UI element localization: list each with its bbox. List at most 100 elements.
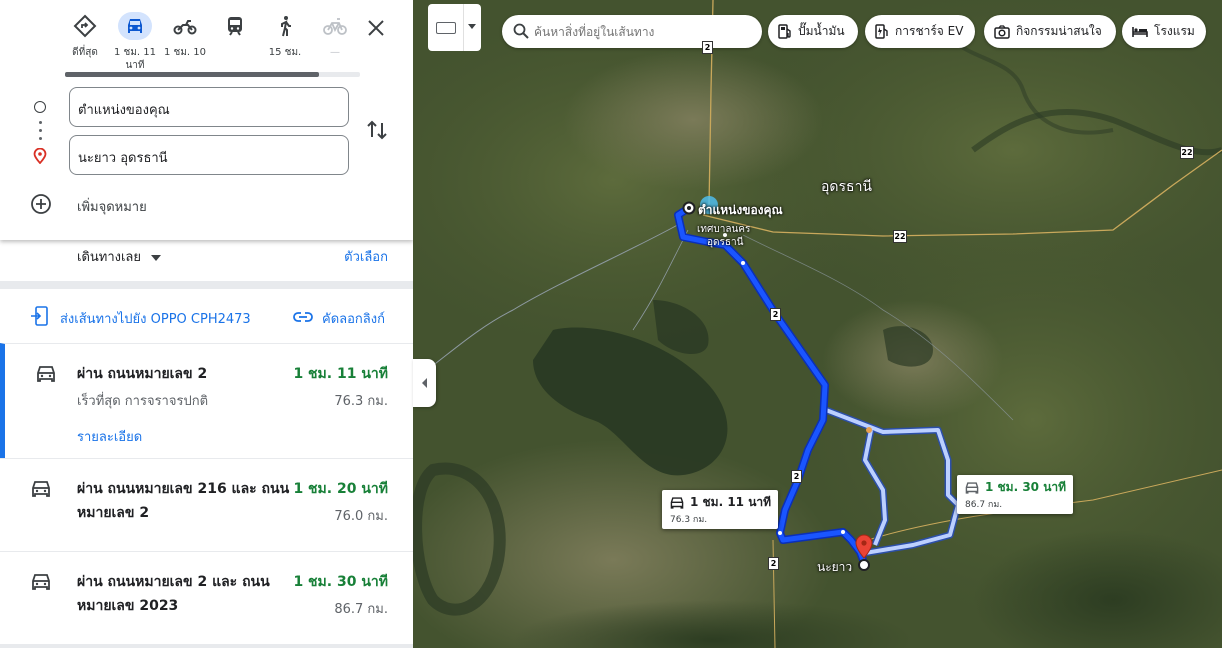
car-icon — [32, 481, 50, 497]
route-input-card: ดีที่สุด 1 ชม. 11 นาที 1 ชม. 10 15 ชม. — — [0, 0, 413, 240]
mode-best[interactable]: ดีที่สุด — [61, 12, 109, 66]
search-input[interactable] — [534, 21, 754, 43]
depart-now-dropdown[interactable]: เดินทางเลย — [77, 246, 162, 267]
send-to-phone-icon — [31, 306, 48, 326]
train-icon — [228, 17, 242, 36]
mode-indicator-track — [65, 72, 360, 77]
highway-shield: 2 — [768, 557, 779, 570]
chip-hotels[interactable]: โรงแรม — [1122, 15, 1206, 48]
divider — [463, 4, 464, 51]
origin-map-label: ตำแหน่งของคุณ — [698, 203, 783, 217]
route-option-3[interactable]: ผ่าน ถนนหมายเลข 2 และ ถนนหมายเลข 2023 1 … — [0, 551, 413, 644]
car-icon — [670, 496, 684, 509]
route-time: 1 ชม. 11 นาที — [293, 366, 388, 382]
mode-best-label: ดีที่สุด — [72, 47, 98, 58]
province-label: อุดรธานี — [821, 179, 872, 195]
route-distance: 86.7 กม. — [334, 602, 388, 617]
car-icon — [37, 366, 55, 382]
mode-indicator-fill — [65, 72, 319, 77]
route-name: ผ่าน ถนนหมายเลข 2 และ ถนนหมายเลข 2023 — [77, 574, 270, 614]
route-dot — [39, 129, 42, 132]
hotel-bed-icon — [1132, 26, 1148, 37]
car-icon — [965, 481, 979, 494]
chip-ev-charging[interactable]: การชาร์จ EV — [865, 15, 975, 48]
ev-charging-icon — [875, 24, 888, 39]
copy-link-button[interactable]: คัดลอกลิงก์ — [322, 308, 385, 329]
satellite-map[interactable] — [413, 0, 1222, 648]
search-along-route[interactable] — [502, 15, 762, 48]
bicycle-icon — [323, 18, 347, 35]
mode-motorbike-label: 1 ชม. 10 — [163, 47, 206, 58]
options-link[interactable]: ตัวเลือก — [344, 246, 388, 267]
route-time: 1 ชม. 20 นาที — [293, 481, 388, 497]
route-callout-alt[interactable]: 1 ชม. 30 นาที 86.7 กม. — [957, 475, 1074, 514]
car-icon — [128, 19, 142, 33]
callout-alt-distance: 86.7 กม. — [965, 500, 1003, 510]
link-icon — [293, 312, 313, 322]
chip-hotels-label: โรงแรม — [1154, 24, 1195, 38]
camera-icon — [994, 24, 1010, 39]
mode-car[interactable]: 1 ชม. 11 นาที — [111, 12, 159, 71]
car-icon — [32, 574, 50, 590]
chip-gas-stations[interactable]: ปั๊มน้ำมัน — [768, 15, 858, 48]
route-name: ผ่าน ถนนหมายเลข 2 — [77, 366, 208, 382]
route-callout-main[interactable]: 1 ชม. 11 นาที 76.3 กม. — [662, 490, 779, 529]
mode-transit[interactable] — [211, 12, 259, 66]
route-option-1[interactable]: ผ่าน ถนนหมายเลข 2 1 ชม. 11 นาที เร็วที่ส… — [0, 343, 413, 458]
callout-main-distance: 76.3 กม. — [670, 515, 708, 525]
mode-car-label: 1 ชม. 11 นาที — [113, 47, 156, 71]
close-icon — [368, 20, 384, 36]
route-distance: 76.0 กม. — [334, 509, 388, 524]
route-dot — [39, 137, 42, 140]
highway-shield: 22 — [893, 230, 907, 243]
highway-shield: 2 — [702, 41, 713, 54]
map-imagery — [413, 0, 1222, 648]
best-route-icon — [73, 14, 97, 38]
mode-bicycle-label: — — [330, 47, 340, 58]
destination-input[interactable]: นะยาว อุดรธานี — [69, 135, 349, 175]
gas-station-icon — [778, 24, 791, 39]
callout-alt-time: 1 ชม. 30 นาที — [985, 480, 1067, 494]
route-time: 1 ชม. 30 นาที — [293, 574, 388, 590]
route-details-link[interactable]: รายละเอียด — [77, 426, 142, 447]
mode-bicycle[interactable]: — — [311, 12, 359, 66]
mode-walk-label: 15 ชม. — [268, 47, 302, 58]
send-to-device-link[interactable]: ส่งเส้นทางไปยัง OPPO CPH2473 — [60, 308, 251, 329]
add-circle-icon[interactable] — [30, 193, 52, 215]
collapse-panel-button[interactable] — [413, 359, 436, 407]
route-distance: 76.3 กม. — [334, 394, 388, 409]
destination-pin-icon — [33, 148, 47, 164]
chip-gas-label: ปั๊มน้ำมัน — [798, 24, 845, 38]
directions-panel: ดีที่สุด 1 ชม. 11 นาที 1 ชม. 10 15 ชม. — — [0, 0, 413, 648]
section-divider — [0, 281, 413, 289]
highway-shield: 2 — [770, 308, 781, 321]
chevron-down-icon — [151, 254, 162, 261]
municipality-label-2: อุดรธานี — [707, 237, 744, 248]
motorbike-icon — [173, 20, 197, 35]
route-dot — [39, 121, 42, 124]
route-option-2[interactable]: ผ่าน ถนนหมายเลข 216 และ ถนนหมายเลข 2 1 ช… — [0, 458, 413, 551]
route-subtitle: เร็วที่สุด การจราจรปกติ — [77, 394, 209, 409]
origin-input[interactable]: ตำแหน่งของคุณ — [69, 87, 349, 127]
chip-attractions[interactable]: กิจกรรมน่าสนใจ — [984, 15, 1116, 48]
mode-walk[interactable]: 15 ชม. — [261, 12, 309, 66]
input-tools-button[interactable] — [428, 4, 481, 51]
origin-circle-icon — [34, 101, 46, 113]
add-destination-label[interactable]: เพิ่มจุดหมาย — [77, 196, 147, 217]
highway-shield: 2 — [791, 470, 802, 483]
mode-motorbike[interactable]: 1 ชม. 10 — [161, 12, 209, 66]
chevron-down-icon — [468, 24, 476, 29]
chip-ev-label: การชาร์จ EV — [895, 24, 964, 38]
route-name: ผ่าน ถนนหมายเลข 216 และ ถนนหมายเลข 2 — [77, 481, 290, 521]
search-icon — [513, 23, 529, 39]
swap-icon[interactable] — [364, 117, 390, 143]
close-directions-button[interactable] — [362, 14, 390, 42]
walk-icon — [281, 16, 291, 37]
depart-now-label: เดินทางเลย — [77, 250, 142, 265]
send-row: ส่งเส้นทางไปยัง OPPO CPH2473 คัดลอกลิงก์ — [0, 290, 413, 342]
chevron-left-icon — [421, 378, 427, 388]
section-divider — [0, 644, 413, 648]
destination-map-label: นะยาว — [817, 560, 853, 574]
keyboard-icon — [436, 22, 456, 34]
callout-main-time: 1 ชม. 11 นาที — [690, 495, 772, 509]
